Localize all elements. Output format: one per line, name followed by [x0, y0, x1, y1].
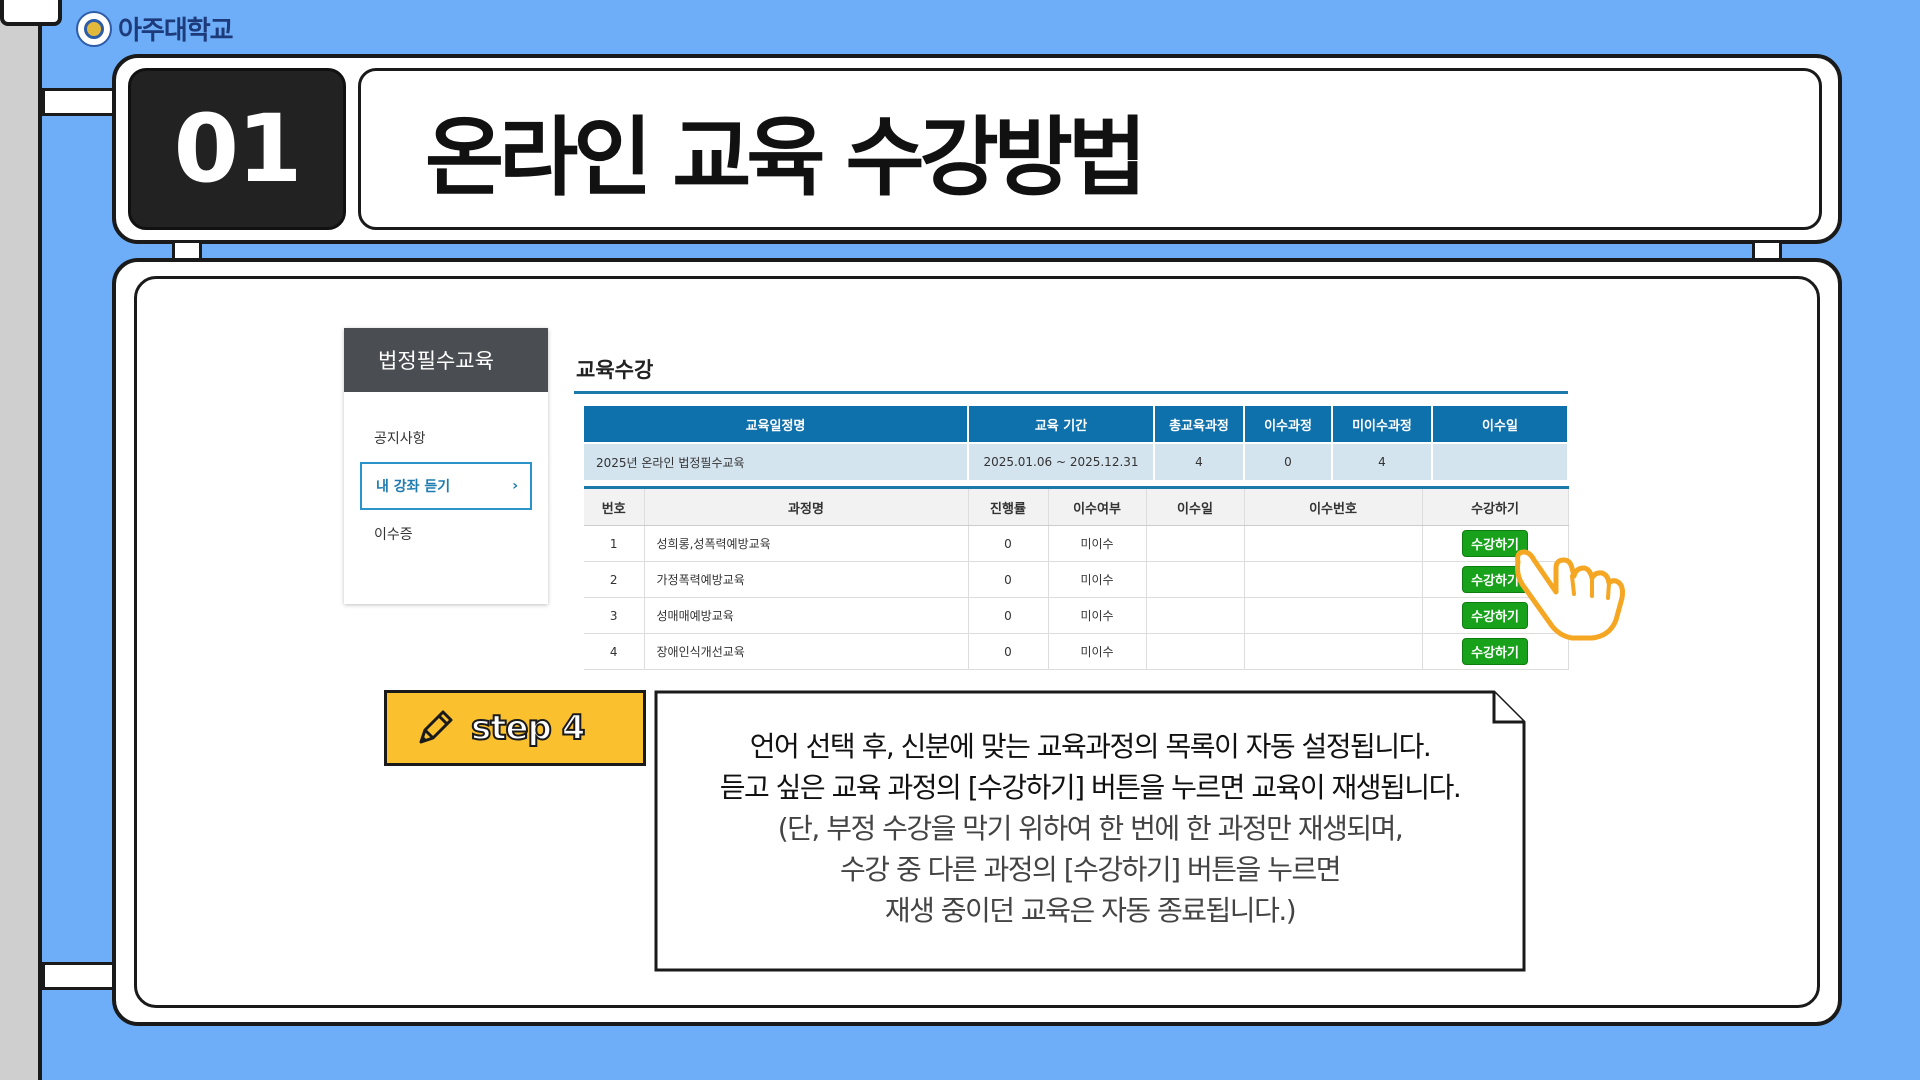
course-header: 진행률 [968, 486, 1049, 526]
course-name: 성희롱,성폭력예방교육 [644, 525, 969, 562]
chevron-right-icon: › [512, 478, 518, 494]
page-title-box: 온라인 교육 수강방법 [358, 68, 1822, 230]
sidebar-item-certificate[interactable]: 이수증 [374, 524, 413, 544]
summary-cell: 2025.01.06 ~ 2025.12.31 [968, 442, 1155, 480]
course-status: 미이수 [1048, 561, 1147, 598]
step-label: step 4 [470, 707, 586, 749]
course-header: 번호 [584, 486, 645, 526]
university-logo: 아주대학교 [76, 10, 234, 47]
course-header: 이수여부 [1048, 486, 1147, 526]
pencil-icon [419, 710, 453, 744]
course-number: 1 [584, 525, 645, 562]
course-status: 미이수 [1048, 633, 1147, 670]
lms-sidebar: 법정필수교육 공지사항 내 강좌 듣기 › 이수증 [344, 328, 548, 604]
table-row: 3 성매매예방교육 0 미이수 수강하기 [584, 597, 1569, 634]
course-progress: 0 [968, 525, 1049, 562]
description-text: 언어 선택 후, 신분에 맞는 교육과정의 목록이 자동 설정됩니다. 듣고 싶… [654, 726, 1526, 931]
description-box: 언어 선택 후, 신분에 맞는 교육과정의 목록이 자동 설정됩니다. 듣고 싶… [654, 690, 1526, 972]
course-status: 미이수 [1048, 525, 1147, 562]
course-number: 2 [584, 561, 645, 598]
sidebar-heading: 법정필수교육 [344, 328, 548, 392]
course-cert-number [1244, 561, 1423, 598]
start-course-button[interactable]: 수강하기 [1462, 638, 1528, 665]
summary-header: 이수일 [1432, 406, 1569, 443]
course-header: 과정명 [644, 486, 969, 526]
course-date [1146, 561, 1245, 598]
description-line: 언어 선택 후, 신분에 맞는 교육과정의 목록이 자동 설정됩니다. [749, 730, 1432, 763]
course-name: 성매매예방교육 [644, 597, 969, 634]
course-date [1146, 597, 1245, 634]
course-header: 수강하기 [1422, 486, 1569, 526]
course-number: 4 [584, 633, 645, 670]
summary-cell: 2025년 온라인 법정필수교육 [584, 442, 969, 480]
course-header: 이수일 [1146, 486, 1245, 526]
sign-arm [42, 962, 118, 990]
summary-header: 미이수과정 [1332, 406, 1433, 443]
section-number-box: 01 [128, 68, 346, 230]
table-row: 4 장애인식개선교육 0 미이수 수강하기 [584, 633, 1569, 670]
step-badge: step 4 [384, 690, 646, 766]
section-title: 교육수강 [576, 358, 654, 382]
course-number: 3 [584, 597, 645, 634]
course-date [1146, 633, 1245, 670]
pointing-hand-icon [1515, 549, 1625, 641]
summary-cell [1432, 442, 1569, 480]
description-line: 듣고 싶은 교육 과정의 [수강하기] 버튼을 누르면 교육이 재생됩니다. [719, 771, 1462, 804]
course-progress: 0 [968, 597, 1049, 634]
summary-row: 2025년 온라인 법정필수교육 2025.01.06 ~ 2025.12.31… [584, 442, 1569, 480]
university-seal-icon [76, 10, 112, 47]
summary-table: 교육일정명 교육 기간 총교육과정 이수과정 미이수과정 이수일 2025년 온… [584, 406, 1569, 480]
sign-pole-cap [0, 0, 62, 26]
summary-header: 교육일정명 [584, 406, 969, 443]
section-number: 01 [173, 94, 303, 204]
summary-cell: 4 [1154, 442, 1245, 480]
summary-cell: 0 [1244, 442, 1333, 480]
summary-header: 이수과정 [1244, 406, 1333, 443]
table-row: 2 가정폭력예방교육 0 미이수 수강하기 [584, 561, 1569, 598]
sidebar-item-my-courses[interactable]: 내 강좌 듣기 › [360, 462, 532, 510]
sign-arm [42, 88, 118, 116]
course-date [1146, 525, 1245, 562]
table-row: 1 성희롱,성폭력예방교육 0 미이수 수강하기 [584, 525, 1569, 562]
course-progress: 0 [968, 561, 1049, 598]
course-name: 가정폭력예방교육 [644, 561, 969, 598]
course-progress: 0 [968, 633, 1049, 670]
course-cert-number [1244, 633, 1423, 670]
sidebar-item-label: 내 강좌 듣기 [376, 479, 451, 495]
course-cert-number [1244, 525, 1423, 562]
course-cert-number [1244, 597, 1423, 634]
section-divider [574, 391, 1568, 394]
course-header: 이수번호 [1244, 486, 1423, 526]
description-note-line: (단, 부정 수강을 막기 위하여 한 번에 한 과정만 재생되며, [777, 812, 1404, 845]
course-name: 장애인식개선교육 [644, 633, 969, 670]
summary-cell: 4 [1332, 442, 1433, 480]
sign-pole [0, 0, 42, 1080]
logo-text: 아주대학교 [118, 16, 234, 46]
description-note-line: 수강 중 다른 과정의 [수강하기] 버튼을 누르면 [840, 853, 1341, 886]
course-status: 미이수 [1048, 597, 1147, 634]
course-table: 번호 과정명 진행률 이수여부 이수일 이수번호 수강하기 1 성희롱,성폭력예… [584, 486, 1569, 670]
summary-header: 총교육과정 [1154, 406, 1245, 443]
page-title: 온라인 교육 수강방법 [425, 107, 1147, 208]
sidebar-item-notice[interactable]: 공지사항 [374, 428, 426, 448]
description-note-line: 재생 중이던 교육은 자동 종료됩니다.) [884, 894, 1297, 927]
summary-header: 교육 기간 [968, 406, 1155, 443]
